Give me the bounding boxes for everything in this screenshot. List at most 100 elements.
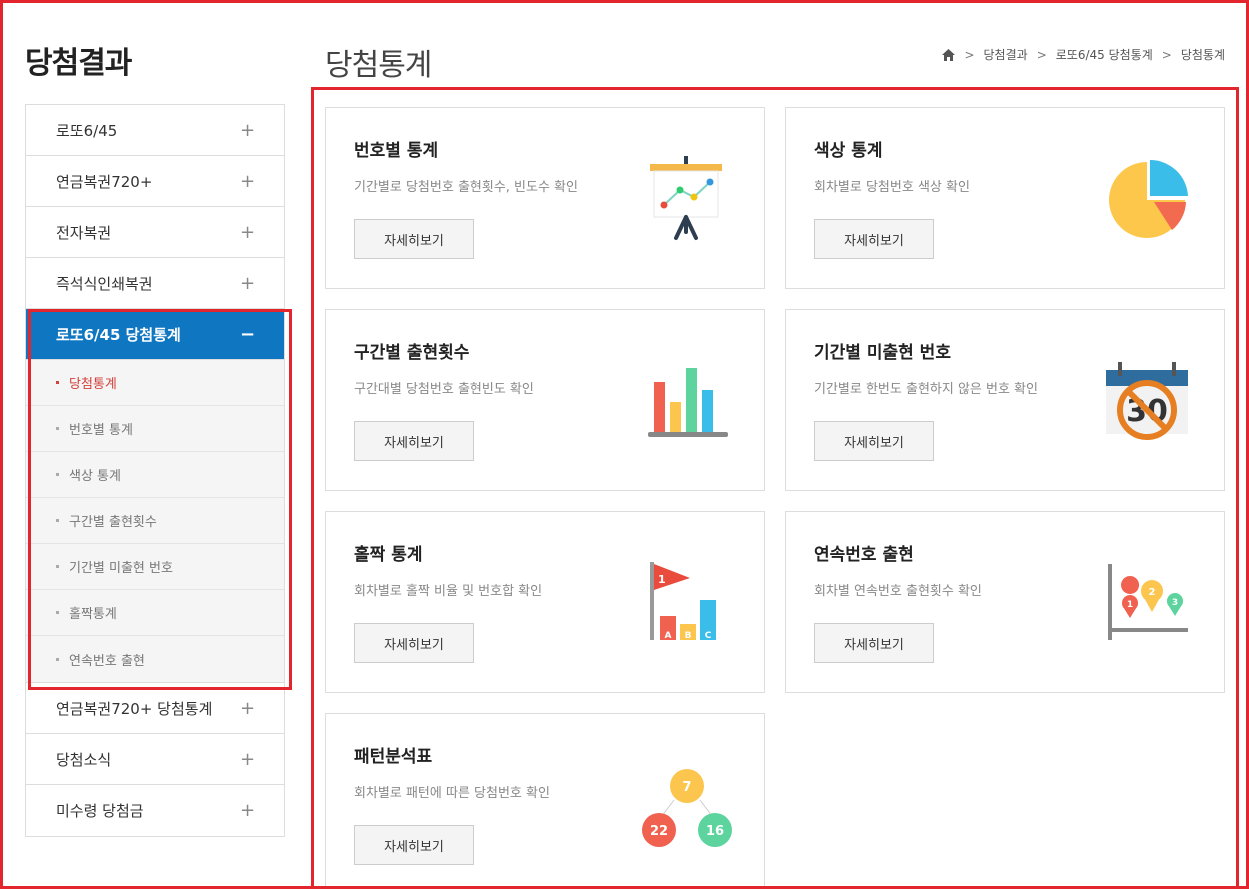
- submenu-label: 번호별 통계: [69, 423, 133, 438]
- flag-number: 1: [658, 573, 666, 586]
- home-icon[interactable]: [942, 48, 956, 61]
- map-pins-chart-icon: 1 2 3: [1102, 556, 1192, 646]
- card-title: 번호별 통계: [354, 141, 439, 161]
- submenu-item-odd-even[interactable]: 홀짝통계: [26, 590, 284, 636]
- bar-chart-icon: [642, 354, 732, 444]
- card-title: 기간별 미출현 번호: [814, 343, 951, 363]
- sidebar-item-label: 로또6/45 당첨통계: [56, 325, 181, 344]
- sidebar-item-lotto645[interactable]: 로또6/45 +: [26, 105, 284, 156]
- sidebar-item-label: 연금복권720+ 당첨통계: [56, 699, 213, 718]
- card-consecutive: 연속번호 출현 회차별 연속번호 출현횟수 확인 자세히보기 1 2 3: [785, 511, 1225, 693]
- submenu-label: 연속번호 출현: [69, 653, 145, 669]
- ball-number: 22: [650, 824, 668, 839]
- sidebar-item-pension720-stats[interactable]: 연금복권720+ 당첨통계 +: [26, 683, 284, 734]
- bar-letter: A: [665, 631, 672, 641]
- sidebar-item-label: 전자복권: [56, 223, 112, 242]
- bullet-icon: [56, 657, 59, 661]
- sidebar-item-e-lottery[interactable]: 전자복권 +: [26, 207, 284, 258]
- sidebar-submenu: 당첨통계 번호별 통계 색상 통계 구간별 출현횟수 기간별 미출현 번호 홀짝…: [26, 360, 284, 683]
- chevron-right-icon: >: [964, 47, 975, 62]
- page-title: 당첨통계: [325, 48, 432, 83]
- card-title: 색상 통계: [814, 141, 883, 161]
- breadcrumb-item[interactable]: 로또6/45 당첨통계: [1056, 46, 1153, 63]
- plus-icon: +: [240, 748, 256, 770]
- card-color-stats: 색상 통계 회차별로 당첨번호 색상 확인 자세히보기: [785, 107, 1225, 289]
- card-title: 연속번호 출현: [814, 545, 914, 565]
- detail-button[interactable]: 자세히보기: [354, 219, 474, 259]
- submenu-label: 색상 통계: [69, 469, 121, 484]
- detail-button[interactable]: 자세히보기: [814, 219, 934, 259]
- pin-number: 1: [1127, 600, 1133, 610]
- bar-letter: B: [685, 631, 692, 641]
- card-range-count: 구간별 출현횟수 구간대별 당첨번호 출현빈도 확인 자세히보기: [325, 309, 765, 491]
- submenu-item-stats[interactable]: 당첨통계: [26, 360, 284, 406]
- calendar-prohibited-icon: 30: [1102, 354, 1192, 444]
- sidebar-item-lotto645-stats[interactable]: 로또6/45 당첨통계 −: [26, 309, 284, 360]
- bullet-icon: [56, 519, 59, 522]
- flag-bar-chart-icon: 1 A B C: [642, 556, 732, 646]
- submenu-item-range-count[interactable]: 구간별 출현횟수: [26, 498, 284, 544]
- sidebar-item-pension720[interactable]: 연금복권720+ +: [26, 156, 284, 207]
- detail-button[interactable]: 자세히보기: [354, 825, 474, 865]
- plus-icon: +: [240, 170, 256, 192]
- submenu-item-color-stats[interactable]: 색상 통계: [26, 452, 284, 498]
- sidebar-item-label: 즉석식인쇄복권: [56, 274, 153, 293]
- submenu-label: 홀짝통계: [69, 607, 117, 622]
- card-title: 구간별 출현횟수: [354, 343, 470, 363]
- bullet-icon: [56, 381, 59, 384]
- sidebar-title: 당첨결과: [25, 46, 132, 81]
- card-description: 회차별로 홀짝 비율 및 번호합 확인: [354, 584, 543, 599]
- presentation-board-icon: [642, 152, 732, 242]
- submenu-label: 당첨통계: [69, 377, 117, 392]
- submenu-item-missing-numbers[interactable]: 기간별 미출현 번호: [26, 544, 284, 590]
- submenu-label: 기간별 미출현 번호: [69, 561, 173, 576]
- submenu-label: 구간별 출현횟수: [69, 515, 157, 530]
- plus-icon: +: [240, 272, 256, 294]
- breadcrumb-item-current: 당첨통계: [1180, 48, 1225, 62]
- card-missing-numbers: 기간별 미출현 번호 기간별로 한번도 출현하지 않은 번호 확인 자세히보기 …: [785, 309, 1225, 491]
- plus-icon: +: [240, 800, 256, 821]
- detail-button[interactable]: 자세히보기: [354, 623, 474, 663]
- bullet-icon: [56, 611, 59, 614]
- card-number-stats: 번호별 통계 기간별로 당첨번호 출현횟수, 빈도수 확인 자세히보기: [325, 107, 765, 289]
- card-description: 기간별로 한번도 출현하지 않은 번호 확인: [814, 382, 1038, 397]
- sidebar-item-label: 당첨소식: [56, 750, 112, 769]
- bullet-icon: [56, 565, 59, 568]
- submenu-item-number-stats[interactable]: 번호별 통계: [26, 406, 284, 452]
- sidebar-item-instant[interactable]: 즉석식인쇄복권 +: [26, 258, 284, 309]
- card-odd-even: 홀짝 통계 회차별로 홀짝 비율 및 번호합 확인 자세히보기 1 A B C: [325, 511, 765, 693]
- card-title: 홀짝 통계: [354, 545, 423, 565]
- sidebar-item-news[interactable]: 당첨소식 +: [26, 734, 284, 785]
- card-description: 회차별 연속번호 출현횟수 확인: [814, 584, 982, 599]
- bullet-icon: [56, 473, 59, 476]
- breadcrumb: > 당첨결과 > 로또6/45 당첨통계 > 당첨통계: [942, 46, 1225, 63]
- plus-icon: +: [240, 697, 256, 719]
- sidebar-menu: 로또6/45 + 연금복권720+ + 전자복권 + 즉석식인쇄복권 + 로또6/45 …: [25, 104, 285, 837]
- ball-number: 16: [706, 824, 724, 839]
- detail-button[interactable]: 자세히보기: [814, 421, 934, 461]
- sidebar-item-label: 미수령 당첨금: [56, 802, 144, 820]
- minus-icon: −: [240, 323, 256, 345]
- pie-chart-icon: [1102, 152, 1192, 242]
- bar-letter: C: [705, 631, 712, 641]
- card-description: 회차별로 당첨번호 색상 확인: [814, 180, 970, 195]
- plus-icon: +: [240, 221, 256, 243]
- bullet-icon: [56, 427, 59, 430]
- card-title: 패턴분석표: [354, 747, 433, 767]
- submenu-item-consecutive[interactable]: 연속번호 출현: [26, 636, 284, 682]
- card-description: 기간별로 당첨번호 출현횟수, 빈도수 확인: [354, 180, 578, 195]
- detail-button[interactable]: 자세히보기: [814, 623, 934, 663]
- ball-number: 7: [682, 780, 691, 795]
- card-description: 구간대별 당첨번호 출현빈도 확인: [354, 382, 534, 397]
- sidebar-item-label: 로또6/45: [56, 121, 118, 140]
- detail-button[interactable]: 자세히보기: [354, 421, 474, 461]
- pin-number: 2: [1149, 587, 1156, 598]
- lottery-balls-icon: 7 22 16: [642, 758, 732, 848]
- sidebar-item-label: 연금복권720+: [56, 172, 153, 191]
- card-description: 회차별로 패턴에 따른 당첨번호 확인: [354, 786, 550, 801]
- pin-number: 3: [1172, 598, 1178, 608]
- plus-icon: +: [240, 119, 256, 141]
- chevron-right-icon: >: [1161, 47, 1172, 62]
- breadcrumb-item[interactable]: 당첨결과: [984, 46, 1028, 63]
- sidebar-item-unclaimed[interactable]: 미수령 당첨금 +: [26, 785, 284, 836]
